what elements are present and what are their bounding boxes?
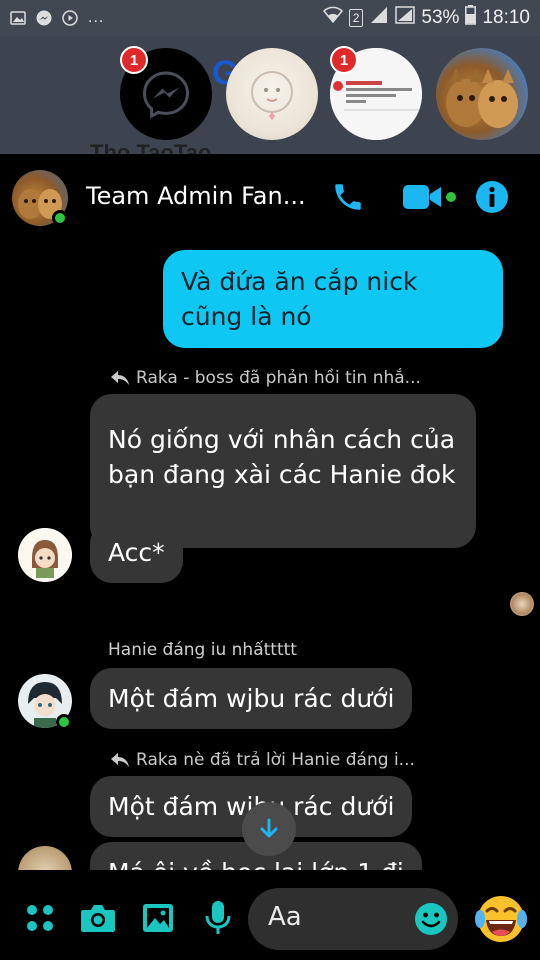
- more-actions-button[interactable]: [20, 898, 60, 938]
- emoji-button[interactable]: [414, 902, 448, 936]
- conversation-info-button[interactable]: [474, 180, 510, 214]
- clock: 18:10: [482, 7, 530, 28]
- gallery-icon: [10, 10, 26, 26]
- status-bar: ... 2 53% 18:10: [0, 0, 540, 36]
- composer-bar: Aa: [0, 870, 540, 960]
- camera-button[interactable]: [78, 898, 118, 938]
- message-list[interactable]: Và đứa ăn cắp nick cũng là nó Raka - bos…: [0, 240, 540, 870]
- sender-name: Hanie đáng iu nhấttttt: [108, 640, 297, 660]
- phone-icon: [335, 184, 361, 210]
- video-icon: [403, 185, 456, 209]
- incoming-message[interactable]: Một đám wjbu rác dưới: [90, 668, 413, 729]
- chat-head-cats-group[interactable]: [436, 48, 528, 140]
- online-indicator: [52, 210, 68, 226]
- conversation-header: Team Admin Fan...: [0, 154, 540, 240]
- messenger-logo-icon: [142, 71, 190, 119]
- reply-indicator: Raka - boss đã phản hồi tin nhắ...: [110, 368, 421, 388]
- battery-icon: [465, 5, 477, 31]
- unread-badge: 1: [120, 46, 148, 74]
- message-input-placeholder: Aa: [268, 902, 302, 932]
- battery-percent: 53%: [421, 7, 460, 28]
- apps-icon: [27, 905, 53, 931]
- outgoing-message[interactable]: Và đứa ăn cắp nick cũng là nó: [163, 250, 503, 348]
- chat-heads-bar: G Tho TaoTao 1 1: [0, 36, 540, 154]
- signal-icon: [369, 6, 389, 30]
- reply-indicator-text: Raka - boss đã phản hồi tin nhắ...: [136, 368, 421, 388]
- chat-head-avatar-illustration[interactable]: [226, 48, 318, 140]
- video-call-button[interactable]: [400, 180, 460, 214]
- voice-message-button[interactable]: [198, 898, 238, 938]
- conversation-title[interactable]: Team Admin Fan...: [86, 182, 306, 210]
- messenger-icon: [36, 10, 52, 26]
- reply-arrow-icon: [111, 753, 129, 767]
- arrow-down-icon: [260, 818, 278, 838]
- smiley-icon: [415, 903, 447, 935]
- reply-arrow-icon: [111, 371, 129, 385]
- image-icon: [143, 904, 173, 932]
- voice-call-button[interactable]: [330, 180, 366, 214]
- scroll-to-bottom-button[interactable]: [242, 802, 296, 856]
- laughing-emoji-icon: [475, 896, 527, 942]
- signal-icon-2: [395, 6, 416, 30]
- avatar-girl-illustration: [18, 528, 72, 582]
- online-indicator: [56, 714, 72, 730]
- sender-avatar[interactable]: [18, 528, 72, 582]
- seen-receipt-avatar: [510, 592, 534, 616]
- message-input[interactable]: Aa: [248, 888, 458, 950]
- info-icon: [476, 181, 508, 213]
- wifi-icon: [322, 6, 343, 30]
- mic-icon: [205, 901, 231, 934]
- reply-indicator-text: Raka nè đã trả lời Hanie đáng i...: [136, 750, 415, 770]
- incoming-message[interactable]: Acc*: [90, 522, 183, 583]
- avatar-illustration: [251, 71, 293, 120]
- camera-icon: [81, 905, 115, 932]
- reply-indicator: Raka nè đã trả lời Hanie đáng i...: [110, 750, 415, 770]
- media-icon: [62, 10, 78, 26]
- chat-panel: Team Admin Fan... Và đứa ăn cắp nick cũn…: [0, 154, 540, 960]
- cats-photo: [446, 68, 518, 128]
- sender-avatar[interactable]: [18, 846, 72, 870]
- gallery-button[interactable]: [138, 898, 178, 938]
- sim-indicator: 2: [348, 9, 364, 27]
- more-notifications: ...: [88, 9, 105, 26]
- background-text: Tho TaoTao: [90, 140, 212, 154]
- quick-reaction-button[interactable]: [474, 892, 528, 946]
- unread-badge: 1: [330, 46, 358, 74]
